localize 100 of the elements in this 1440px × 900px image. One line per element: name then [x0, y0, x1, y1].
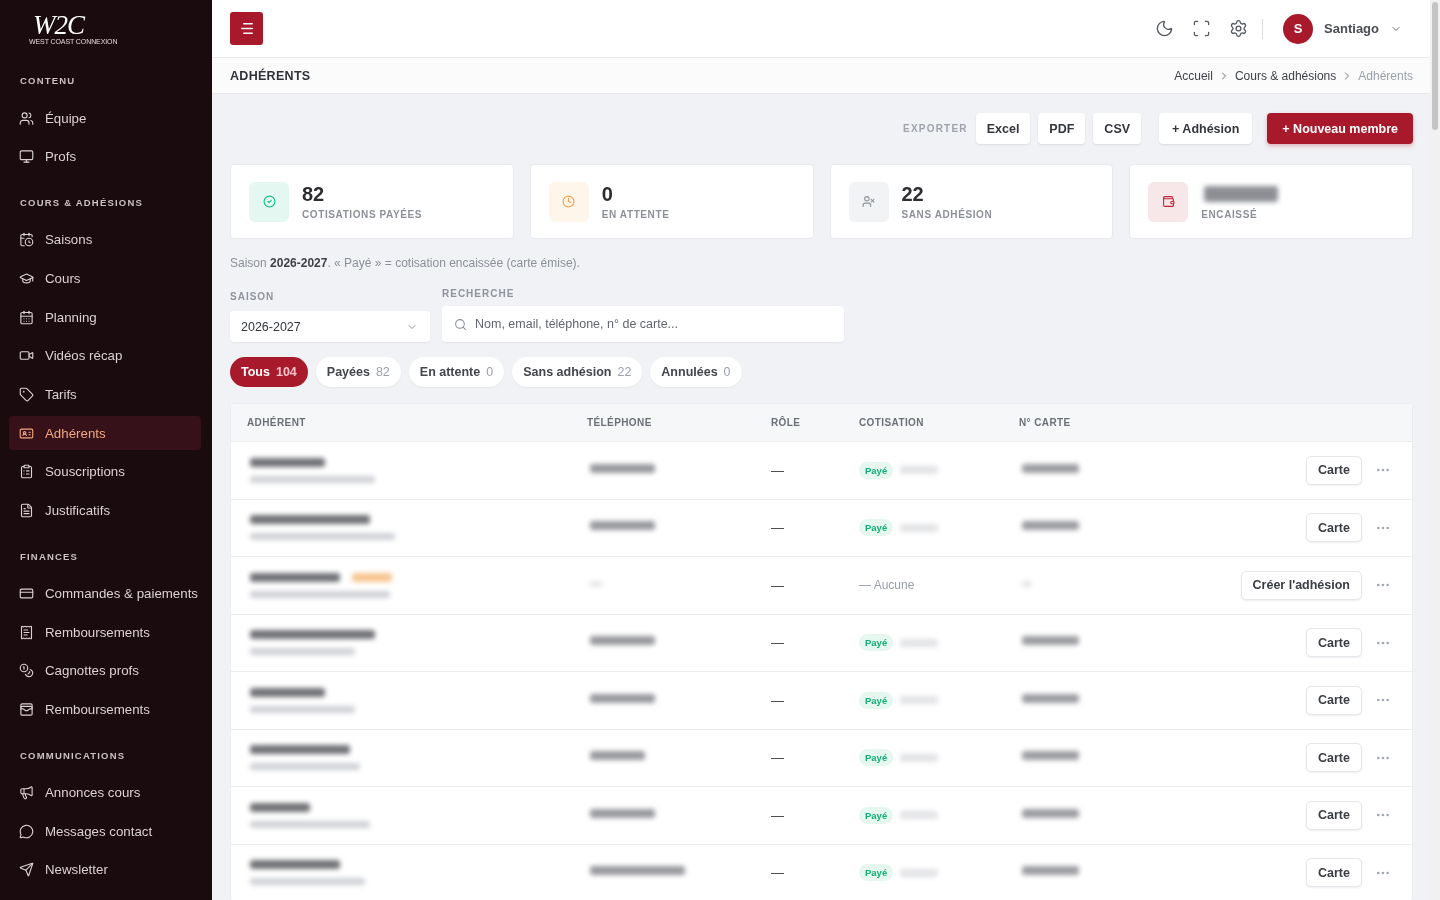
- users-icon: [19, 110, 34, 126]
- new-member-button[interactable]: + Nouveau membre: [1267, 113, 1413, 144]
- filter-tab[interactable]: Sans adhésion 22: [512, 357, 643, 387]
- calendar-clock-icon: [19, 232, 34, 248]
- season-select[interactable]: 2026-2027: [230, 311, 430, 342]
- export-label: EXPORTER: [903, 123, 968, 134]
- fullscreen-icon[interactable]: [1192, 19, 1212, 38]
- export-button[interactable]: CSV: [1093, 113, 1142, 144]
- card-button[interactable]: Carte: [1306, 628, 1362, 658]
- section-heading: COMMUNICATIONS: [19, 749, 127, 762]
- filter-tab[interactable]: Annulées 0: [650, 357, 742, 387]
- card-button[interactable]: Carte: [1306, 743, 1362, 773]
- sidebar-item[interactable]: Cours: [9, 261, 201, 296]
- column-header: RÔLE: [771, 417, 801, 428]
- status-text: — Aucune: [859, 578, 915, 593]
- clipboard-icon: [19, 464, 34, 480]
- filter-tab[interactable]: Tous 104: [230, 357, 308, 387]
- status-badge: Payé: [859, 864, 894, 882]
- role-text: —: [771, 865, 784, 881]
- card-button[interactable]: Carte: [1306, 455, 1362, 485]
- credit-card-icon: [19, 586, 34, 601]
- filter-tab[interactable]: En attente 0: [408, 357, 505, 387]
- breadcrumb-link[interactable]: Cours & adhésions: [1234, 68, 1337, 83]
- sidebar-item[interactable]: Saisons: [9, 222, 201, 257]
- monitor-icon: [19, 149, 34, 165]
- graduation-cap-icon: [19, 270, 34, 286]
- role-text: —: [771, 692, 784, 708]
- calendar-icon: [19, 309, 34, 325]
- sidebar-item[interactable]: Cagnottes profs: [9, 653, 201, 688]
- scrollbar[interactable]: [1430, 0, 1440, 900]
- search-field[interactable]: Nom, email, téléphone, n° de carte...: [442, 306, 844, 342]
- moon-icon[interactable]: [1155, 19, 1175, 38]
- export-button[interactable]: PDF: [1038, 113, 1086, 144]
- create-membership-button[interactable]: Créer l'adhésion: [1240, 570, 1362, 600]
- user-avatar: S: [1283, 13, 1314, 44]
- role-text: —: [771, 635, 784, 651]
- add-membership-button[interactable]: + Adhésion: [1159, 113, 1253, 144]
- section-heading: FINANCES: [19, 550, 80, 563]
- search-icon: [454, 318, 467, 331]
- role-text: —: [771, 520, 784, 536]
- wallet-icon: [19, 702, 34, 718]
- breadcrumb-link[interactable]: Accueil: [1174, 68, 1213, 83]
- status-badge: Payé: [859, 749, 894, 767]
- id-card-icon: [19, 425, 34, 441]
- column-header: COTISATION: [859, 417, 924, 428]
- stat-value: 0: [601, 182, 613, 205]
- settings-icon[interactable]: [1229, 19, 1249, 38]
- sidebar-item[interactable]: Planning: [9, 300, 201, 335]
- status-badge: Payé: [859, 691, 894, 709]
- sidebar-item[interactable]: Annonces cours: [9, 775, 201, 810]
- role-text: —: [771, 577, 784, 593]
- field-label: SAISON: [230, 291, 276, 303]
- card-button[interactable]: Carte: [1306, 685, 1362, 715]
- status-badge: Payé: [859, 806, 894, 824]
- card-button[interactable]: Carte: [1306, 513, 1362, 543]
- sidebar-item[interactable]: Souscriptions: [9, 454, 201, 489]
- role-text: —: [771, 750, 784, 766]
- section-heading: CONTENU: [19, 75, 77, 87]
- stat-label: SANS ADHÉSION: [901, 208, 993, 221]
- paper-plane-icon: [19, 862, 34, 878]
- card-button[interactable]: Carte: [1306, 800, 1362, 830]
- status-badge: Payé: [859, 461, 894, 479]
- sidebar-item[interactable]: Newsletter: [9, 852, 201, 887]
- export-button[interactable]: Excel: [975, 113, 1031, 144]
- receipt-icon: [19, 624, 34, 640]
- document-icon: [19, 503, 34, 518]
- sidebar-item[interactable]: Adhérents: [9, 416, 201, 451]
- sidebar-item[interactable]: Justificatifs: [9, 493, 201, 528]
- sidebar-item[interactable]: Remboursements: [9, 615, 201, 650]
- coins-icon: [19, 663, 34, 679]
- sidebar-item[interactable]: Messages contact: [9, 814, 201, 849]
- role-text: —: [771, 462, 784, 478]
- sidebar-item[interactable]: Commandes & paiements: [9, 576, 201, 611]
- tag-icon: [19, 386, 34, 402]
- stat-label: COTISATIONS PAYÉES: [302, 208, 423, 221]
- logo-text: W2C: [33, 12, 84, 37]
- card-button[interactable]: Carte: [1306, 858, 1362, 888]
- stat-label: EN ATTENTE: [601, 208, 670, 221]
- column-header: N° CARTE: [1019, 417, 1071, 428]
- role-text: —: [771, 807, 784, 823]
- filter-tab[interactable]: Payées 82: [315, 357, 401, 387]
- sidebar-item[interactable]: Vidéos récap: [9, 338, 201, 373]
- stat-label: ENCAISSÉ: [1201, 208, 1258, 221]
- breadcrumb-current: Adhérents: [1358, 68, 1413, 83]
- sidebar-item[interactable]: Profs: [9, 139, 201, 174]
- sidebar-item[interactable]: Équipe: [9, 101, 201, 135]
- column-header: TÉLÉPHONE: [587, 417, 652, 428]
- chat-bubble-icon: [19, 823, 34, 839]
- user-menu[interactable]: S Santiago: [1283, 13, 1402, 44]
- sidebar-item[interactable]: Tarifs: [9, 377, 201, 412]
- stat-value: 82: [302, 182, 325, 205]
- menu-button[interactable]: [230, 12, 263, 45]
- status-badge: Payé: [859, 634, 894, 652]
- stat-value: 22: [901, 182, 924, 205]
- sidebar-item[interactable]: Remboursements: [9, 692, 201, 727]
- column-header: ADHÉRENT: [247, 417, 306, 428]
- section-heading: COURS & ADHÉSIONS: [19, 196, 144, 209]
- info-note: Saison 2026-2027. « Payé » = cotisation encaissée (carte émise).: [230, 256, 581, 270]
- menu-icon: [240, 23, 253, 34]
- page-title: ADHÉRENTS: [230, 68, 311, 83]
